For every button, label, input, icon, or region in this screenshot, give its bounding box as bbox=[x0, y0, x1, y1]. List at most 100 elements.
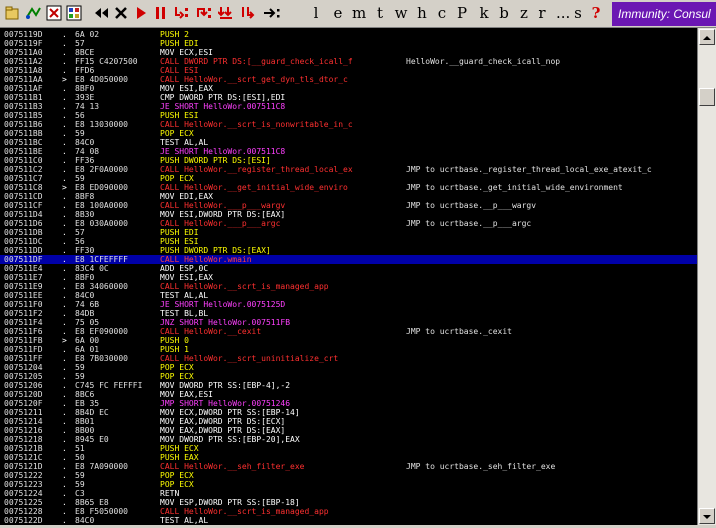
instruction-row[interactable]: 00751224. C3 RETN bbox=[0, 489, 697, 498]
rewind-icon[interactable] bbox=[92, 5, 110, 23]
jump-marker-cell: . bbox=[62, 318, 67, 327]
instruction-row[interactable]: 0075121C. 50 PUSH EAX bbox=[0, 453, 697, 462]
instruction-row[interactable]: 00751214. 8B01 MOV EAX,DWORD PTR DS:[ECX] bbox=[0, 417, 697, 426]
instruction-cell: POP ECX bbox=[160, 480, 194, 489]
instruction-row[interactable]: 007511B6. E8 13030000 CALL HelloWor.__scrt… bbox=[0, 120, 697, 129]
help-button[interactable]: ? bbox=[590, 4, 602, 22]
instruction-row[interactable]: 007511DC. 56 PUSH ESI bbox=[0, 237, 697, 246]
instruction-row[interactable]: 00751211. 8B4D EC MOV ECX,DWORD PTR SS:[EB… bbox=[0, 408, 697, 417]
step-over-icon[interactable] bbox=[196, 5, 212, 23]
close-process-icon[interactable] bbox=[114, 5, 128, 23]
more-windows-button[interactable]: ... bbox=[556, 4, 570, 22]
memory-map-button[interactable]: m bbox=[352, 4, 366, 22]
modules-window-icon[interactable] bbox=[66, 5, 82, 23]
instruction-row[interactable]: 007511A2. FF15 C4207500 CALL DWORD PTR DS:… bbox=[0, 57, 697, 66]
instruction-row[interactable]: 007511BB. 59 POP ECX bbox=[0, 129, 697, 138]
instruction-row[interactable]: 007511B1. 393E CMP DWORD PTR DS:[ESI],EDI bbox=[0, 93, 697, 102]
instruction-row[interactable]: 007511BE. 74 08 JE SHORT HelloWor.007511C8 bbox=[0, 147, 697, 156]
instruction-row[interactable]: 00751206. C745 FC FEFFFI MOV DWORD PTR SS:… bbox=[0, 381, 697, 390]
instruction-row[interactable]: 007511A8. FFD6 CALL ESI bbox=[0, 66, 697, 75]
instruction-row[interactable]: 007511FD. 6A 01 PUSH 1 bbox=[0, 345, 697, 354]
hardware-breakpoints-button[interactable]: z bbox=[518, 4, 530, 22]
jump-marker-cell: > bbox=[62, 336, 67, 345]
instruction-row[interactable]: 007511C7. 59 POP ECX bbox=[0, 174, 697, 183]
instruction-row[interactable]: 007511DD. FF30 PUSH DWORD PTR DS:[EAX] bbox=[0, 246, 697, 255]
vertical-scrollbar[interactable] bbox=[697, 28, 716, 525]
instruction-row[interactable]: 0075121D. E8 7A090000 CALL HelloWor.__seh_… bbox=[0, 462, 697, 471]
patches-button[interactable]: P bbox=[456, 4, 468, 22]
source-button[interactable]: s bbox=[572, 4, 584, 22]
instruction-row[interactable]: 007511E9. E8 34060000 CALL HelloWor.__scrt… bbox=[0, 282, 697, 291]
instruction-row[interactable]: 007511AA > E8 4D050000 CALL HelloWor.__scrt… bbox=[0, 75, 697, 84]
instruction-row[interactable]: 007511F6. E8 EF090000 CALL HelloWor.__cexi… bbox=[0, 327, 697, 336]
trace-over-icon[interactable] bbox=[240, 5, 256, 23]
instruction-row[interactable]: 007511A0. 8BCE MOV ECX,ESI bbox=[0, 48, 697, 57]
instruction-row[interactable]: 007511F4. 75 05 JNZ SHORT HelloWor.007511F… bbox=[0, 318, 697, 327]
instruction-row[interactable]: 00751216. 8B00 MOV EAX,DWORD PTR DS:[EAX] bbox=[0, 426, 697, 435]
instruction-cell: MOV DWORD PTR SS:[EBP-4],-2 bbox=[160, 381, 291, 390]
instruction-row[interactable]: 0075121B. 51 PUSH ECX bbox=[0, 444, 697, 453]
run-icon[interactable] bbox=[134, 5, 148, 23]
execute-till-return-icon[interactable] bbox=[262, 5, 284, 23]
address-cell: 007511DD bbox=[4, 246, 43, 255]
instruction-row[interactable]: 007511F0. 74 6B JE SHORT HelloWor.0075125D bbox=[0, 300, 697, 309]
instruction-row[interactable]: 00751225. 8B65 E8 MOV ESP,DWORD PTR SS:[EB… bbox=[0, 498, 697, 507]
disassembly-pane[interactable]: 0075119D. 6A 02 PUSH 2 0075119F. 57 PUSH EDI 0… bbox=[0, 28, 697, 525]
instruction-row[interactable]: 00751218. 8945 E0 MOV DWORD PTR SS:[EBP-20… bbox=[0, 435, 697, 444]
instruction-row[interactable]: 00751222. 59 POP ECX bbox=[0, 471, 697, 480]
instruction-row[interactable]: 0075119F. 57 PUSH EDI bbox=[0, 39, 697, 48]
scroll-up-button[interactable] bbox=[699, 29, 715, 45]
instruction-row[interactable]: 007511AF. 8BF0 MOV ESI,EAX bbox=[0, 84, 697, 93]
address-cell: 007511AA bbox=[4, 75, 43, 84]
executable-modules-button[interactable]: e bbox=[332, 4, 344, 22]
breakpoints-window-icon[interactable] bbox=[46, 5, 62, 23]
trace-into-icon[interactable] bbox=[218, 5, 234, 23]
instruction-row[interactable]: 0075122D. 84C0 TEST AL,AL bbox=[0, 516, 697, 525]
scroll-down-button[interactable] bbox=[699, 508, 715, 524]
instruction-row[interactable]: 007511DB. 57 PUSH EDI bbox=[0, 228, 697, 237]
breakpoints-button[interactable]: b bbox=[498, 4, 510, 22]
handles-button[interactable]: h bbox=[416, 4, 428, 22]
instruction-row[interactable]: 007511FB >6A 00 PUSH 0 bbox=[0, 336, 697, 345]
jump-marker-cell: . bbox=[62, 246, 67, 255]
instruction-row[interactable]: 007511B5. 56 PUSH ESI bbox=[0, 111, 697, 120]
restart-icon[interactable] bbox=[24, 5, 42, 23]
instruction-row[interactable]: 007511C0. FF36 PUSH DWORD PTR DS:[ESI] bbox=[0, 156, 697, 165]
instruction-row[interactable]: 007511E7. 8BF0 MOV ESI,EAX bbox=[0, 273, 697, 282]
windows-button[interactable]: w bbox=[394, 4, 408, 22]
instruction-row[interactable]: 007511F2. 84DB TEST BL,BL bbox=[0, 309, 697, 318]
threads-button[interactable]: t bbox=[374, 4, 386, 22]
open-file-icon[interactable] bbox=[4, 5, 20, 23]
instruction-row[interactable]: 00751205. 59 POP ECX bbox=[0, 372, 697, 381]
instruction-row[interactable]: 0075120D. 8BC6 MOV EAX,ESI bbox=[0, 390, 697, 399]
instruction-row[interactable]: 00751223. 59 POP ECX bbox=[0, 480, 697, 489]
instruction-row[interactable]: 0075119D. 6A 02 PUSH 2 bbox=[0, 30, 697, 39]
instruction-row[interactable]: 007511C2. E8 2F0A0000 CALL HelloWor.__regi… bbox=[0, 165, 697, 174]
pause-icon[interactable] bbox=[154, 5, 168, 23]
cpu-button[interactable]: c bbox=[436, 4, 448, 22]
instruction-row[interactable]: 007511EE. 84C0 TEST AL,AL bbox=[0, 291, 697, 300]
step-into-icon[interactable] bbox=[174, 5, 190, 23]
jump-marker-cell: . bbox=[62, 156, 67, 165]
instruction-row[interactable]: 007511D6. E8 030A0000 CALL HelloWor.___p__… bbox=[0, 219, 697, 228]
instruction-row[interactable]: 007511B3. 74 13 JE SHORT HelloWor.007511C8 bbox=[0, 102, 697, 111]
instruction-row[interactable]: 00751204. 59 POP ECX bbox=[0, 363, 697, 372]
run-trace-button[interactable]: r bbox=[536, 4, 548, 22]
log-window-button[interactable]: l bbox=[310, 4, 322, 22]
instruction-row[interactable]: 007511C8 > E8 ED090000 CALL HelloWor.__get_… bbox=[0, 183, 697, 192]
instruction-row[interactable]: 007511E4. 83C4 0C ADD ESP,0C bbox=[0, 264, 697, 273]
jump-marker-cell: . bbox=[62, 489, 67, 498]
scroll-thumb[interactable] bbox=[699, 88, 715, 106]
instruction-row[interactable]: 00751228. E8 F5050000 CALL HelloWor.__scrt… bbox=[0, 507, 697, 516]
instruction-row[interactable]: 007511D4. 8B30 MOV ESI,DWORD PTR DS:[EAX] bbox=[0, 210, 697, 219]
instruction-row[interactable]: 007511BC. 84C0 TEST AL,AL bbox=[0, 138, 697, 147]
jump-marker-cell: . bbox=[62, 255, 67, 264]
instruction-row[interactable]: 007511FF. E8 7B030000 CALL HelloWor.__scrt… bbox=[0, 354, 697, 363]
instruction-row[interactable]: 007511CD. 8BF8 MOV EDI,EAX bbox=[0, 192, 697, 201]
instruction-row[interactable]: 007511CF. E8 100A0000 CALL HelloWor.___p__… bbox=[0, 201, 697, 210]
call-stack-button[interactable]: k bbox=[478, 4, 490, 22]
selected-instruction-row[interactable]: 007511DF. E8 1CFEFFFF CALL HelloWor.wmain bbox=[0, 255, 697, 264]
jump-marker-cell: > bbox=[62, 183, 67, 192]
instruction-row[interactable]: 0075120F. EB 35 JMP SHORT HelloWor.0075124… bbox=[0, 399, 697, 408]
arrow-up-icon bbox=[703, 36, 711, 40]
